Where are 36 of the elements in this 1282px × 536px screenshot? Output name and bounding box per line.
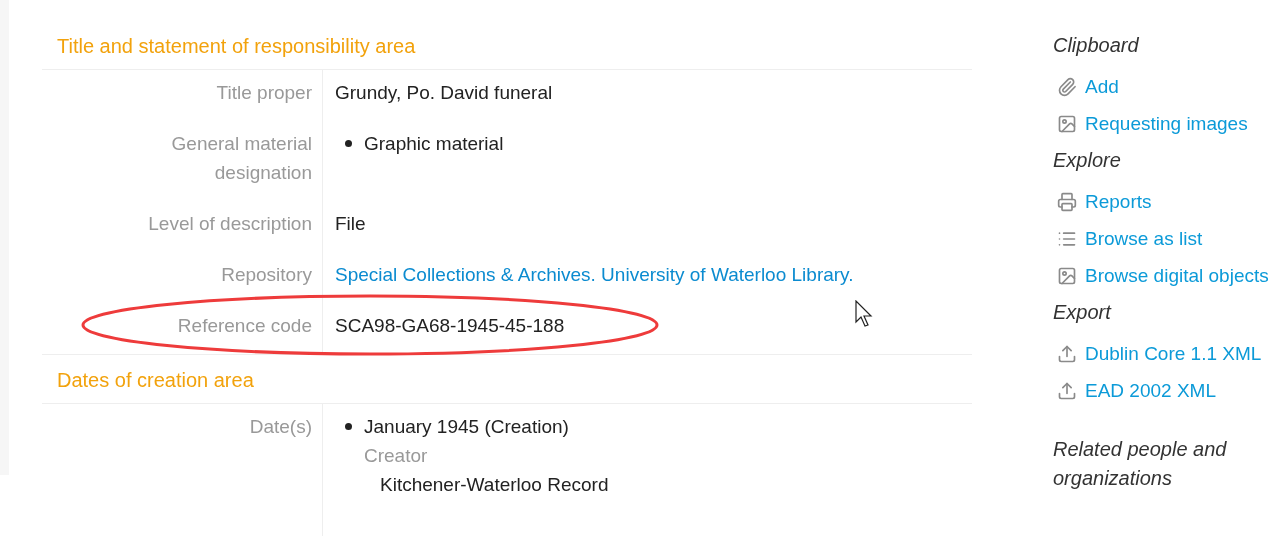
sidebar-link[interactable]: Browse digital objects <box>1053 257 1282 294</box>
date-text: January 1945 (Creation) <box>364 415 569 439</box>
sidebar-link[interactable]: Requesting images <box>1053 105 1282 142</box>
section-heading: Title and statement of responsibility area <box>57 34 416 59</box>
sidebar-link[interactable]: Browse as list <box>1053 220 1282 257</box>
sidebar-link[interactable]: Add <box>1053 68 1282 105</box>
section-heading: Dates of creation area <box>57 368 254 393</box>
field-value: SCA98-GA68-1945-45-188 <box>335 315 565 336</box>
bullet-icon <box>345 423 352 430</box>
field-value: File <box>335 213 366 234</box>
sidebar-heading: Export <box>1053 300 1113 325</box>
sidebar-link[interactable]: Dublin Core 1.1 XML <box>1053 335 1282 372</box>
field-label: General material designation <box>171 133 312 183</box>
printer-icon <box>1057 191 1077 212</box>
image-icon <box>1057 113 1077 134</box>
repository-link[interactable]: Special Collections & Archives. University of Waterloo Library. <box>335 264 854 285</box>
field-label: Title proper <box>216 82 312 103</box>
sidebar-link[interactable]: EAD 2002 XML <box>1053 372 1282 409</box>
field-label: Repository <box>221 264 312 285</box>
sidebar-heading: Explore <box>1053 148 1122 173</box>
field-label: Reference code <box>177 315 312 336</box>
agent-name: Kitchener-Waterloo Record <box>379 473 610 497</box>
image-icon <box>1057 265 1077 286</box>
cursor-icon <box>855 300 874 328</box>
field-label: Level of description <box>148 213 312 234</box>
list-item: Graphic material <box>364 132 504 156</box>
paperclip-icon <box>1057 76 1077 97</box>
bullet-icon <box>345 140 352 147</box>
role-label: Creator <box>363 444 429 468</box>
upload-icon <box>1057 343 1077 364</box>
sidebar-heading: Clipboard <box>1053 33 1140 58</box>
sidebar-link[interactable]: Reports <box>1053 183 1282 220</box>
sidebar-heading: Related people and organizations <box>1053 437 1228 491</box>
field-value: Grundy, Po. David funeral <box>335 82 553 103</box>
field-label: Date(s) <box>249 416 312 437</box>
upload-icon <box>1057 380 1077 401</box>
